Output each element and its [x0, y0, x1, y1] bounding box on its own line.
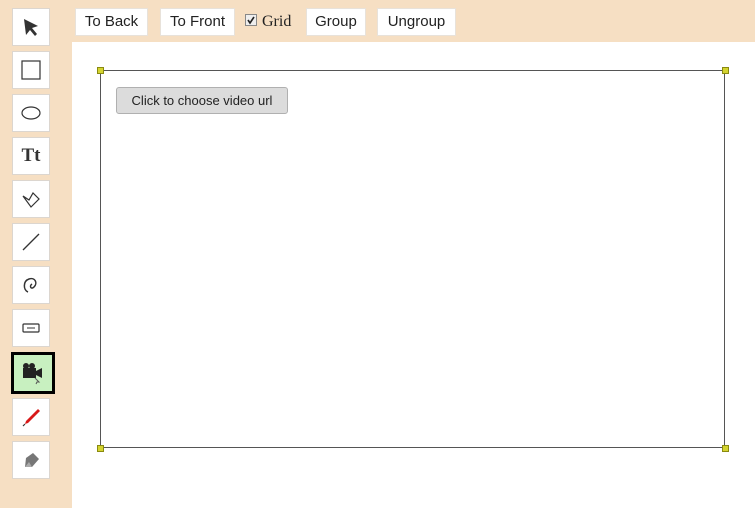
ellipse-tool-button[interactable] [12, 94, 50, 132]
polygon-tool-button[interactable] [12, 180, 50, 218]
grid-checkbox[interactable] [245, 14, 257, 27]
eraser-tool-button[interactable] [12, 441, 50, 479]
rectangle-icon [21, 60, 41, 80]
ungroup-button[interactable]: Ungroup [377, 8, 456, 36]
to-front-button[interactable]: To Front [160, 8, 235, 36]
drawing-canvas[interactable] [100, 70, 725, 448]
grid-label: Grid [262, 13, 292, 30]
resize-handle-top-left[interactable] [97, 67, 104, 74]
pen-icon [22, 409, 40, 427]
to-back-button[interactable]: To Back [75, 8, 148, 36]
freehand-tool-button[interactable] [12, 266, 50, 304]
select-tool-button[interactable] [12, 8, 50, 46]
polygon-icon [22, 192, 40, 208]
line-tool-button[interactable] [12, 223, 50, 261]
select-arrow-icon [24, 19, 38, 36]
pen-tool-button[interactable] [12, 398, 50, 436]
video-camera-icon [23, 363, 42, 385]
text-tool-button[interactable]: Tt [12, 137, 50, 175]
grid-toggle[interactable]: Grid [245, 8, 291, 36]
resize-handle-top-right[interactable] [722, 67, 729, 74]
choose-video-url-button[interactable]: Click to choose video url [116, 87, 288, 114]
resize-handle-bottom-left[interactable] [97, 445, 104, 452]
freehand-icon [23, 277, 37, 293]
button-widget-tool-button[interactable] [12, 309, 50, 347]
rectangle-tool-button[interactable] [12, 51, 50, 89]
resize-handle-bottom-right[interactable] [722, 445, 729, 452]
video-tool-button[interactable] [11, 352, 55, 394]
line-icon [22, 233, 40, 251]
eraser-icon [25, 453, 39, 467]
group-button[interactable]: Group [306, 8, 366, 36]
text-icon: Tt [21, 145, 41, 166]
button-widget-icon [22, 323, 40, 333]
ellipse-icon [21, 106, 41, 120]
